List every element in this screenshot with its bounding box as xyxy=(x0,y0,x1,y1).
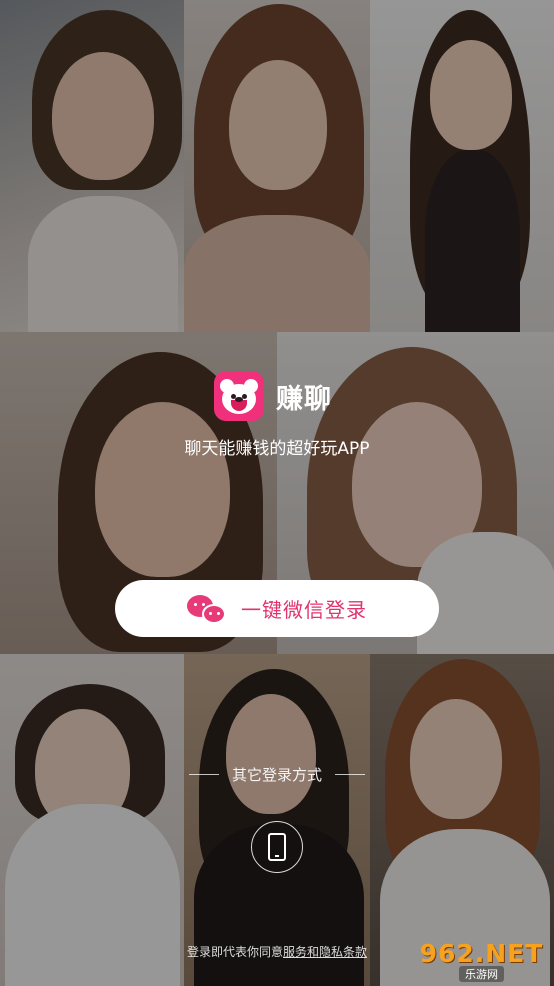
watermark-logo: 962.NET xyxy=(419,938,544,968)
wechat-icon xyxy=(187,593,227,625)
phone-login-button[interactable] xyxy=(251,821,303,873)
bear-logo-icon xyxy=(214,371,264,421)
site-watermark: 962.NET 乐游网 xyxy=(411,936,552,984)
agreement-prefix: 登录即代表你同意 xyxy=(186,945,283,959)
app-brand: 赚聊 xyxy=(214,370,332,422)
terms-privacy-link[interactable]: 服务和隐私条款 xyxy=(283,945,367,959)
app-name: 赚聊 xyxy=(276,383,332,415)
watermark-subtitle: 乐游网 xyxy=(459,965,504,982)
app-tagline: 聊天能赚钱的超好玩APP xyxy=(184,439,370,459)
divider-line xyxy=(188,774,219,775)
wechat-login-label: 一键微信登录 xyxy=(241,598,367,622)
phone-icon xyxy=(268,833,286,861)
divider-line xyxy=(335,774,365,775)
other-login-divider: 其它登录方式 xyxy=(0,764,554,785)
wechat-login-button[interactable]: 一键微信登录 xyxy=(115,580,439,637)
other-login-label: 其它登录方式 xyxy=(231,766,322,784)
